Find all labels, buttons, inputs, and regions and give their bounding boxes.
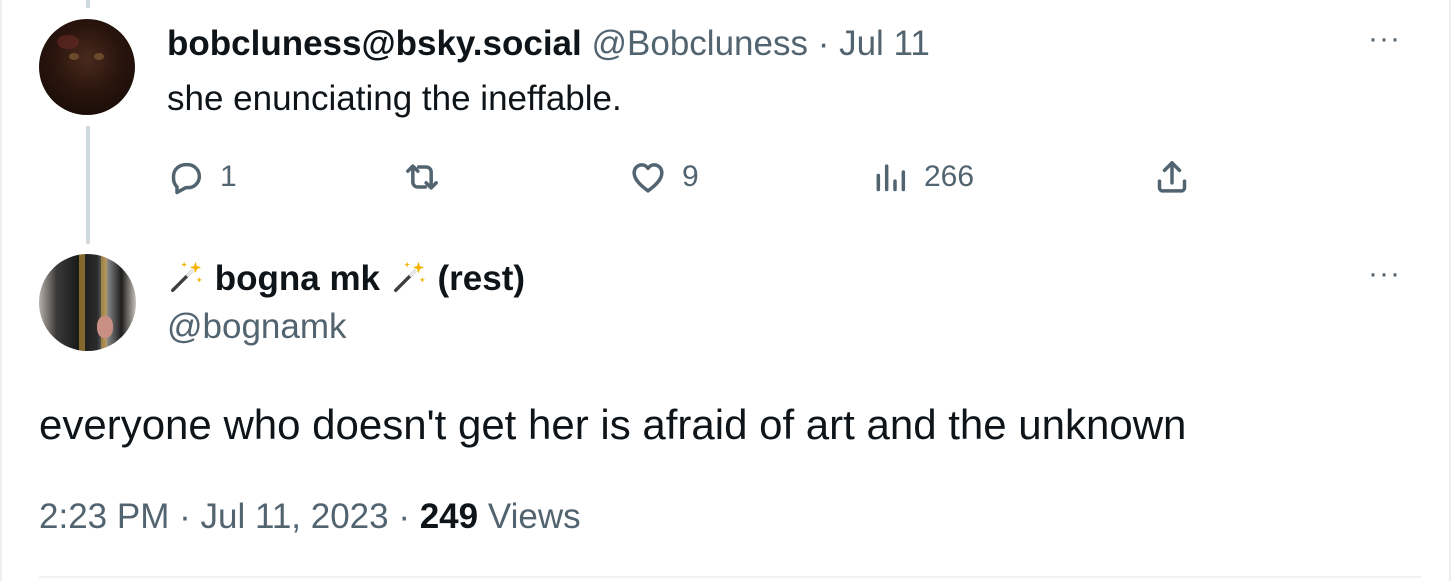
- tweet-date[interactable]: Jul 11, 2023: [200, 497, 388, 536]
- views-icon: [876, 164, 906, 192]
- tweet-action-bar: 1 9 266: [166, 156, 1226, 198]
- main-tweet-display-name[interactable]: bogna mk (rest): [167, 258, 525, 300]
- views-count[interactable]: 249: [420, 497, 478, 536]
- main-tweet-text: everyone who doesn't get her is afraid o…: [39, 401, 1187, 448]
- magic-wand-icon: [171, 261, 203, 292]
- like-icon: [632, 163, 664, 193]
- reply-button[interactable]: 1: [166, 156, 237, 198]
- more-options-button[interactable]: ···: [1368, 24, 1401, 54]
- tweet-time[interactable]: 2:23 PM: [39, 497, 169, 536]
- reply-tweet-text: she enunciating the ineffable.: [167, 79, 622, 118]
- retweet-icon: [406, 164, 438, 190]
- divider: [39, 576, 1421, 578]
- thread-connector-line: [86, 126, 90, 244]
- separator: ·: [398, 497, 410, 536]
- like-count: 9: [682, 160, 699, 193]
- tweet-meta: 2:23 PM · Jul 11, 2023 · 249 Views: [39, 496, 581, 538]
- magic-wand-icon: [393, 261, 425, 292]
- reply-icon: [171, 162, 202, 195]
- views-count: 266: [924, 160, 975, 193]
- tweet-date[interactable]: Jul 11: [839, 24, 930, 63]
- more-options-button[interactable]: ···: [1368, 259, 1401, 289]
- main-tweet-handle[interactable]: @bognamk: [167, 306, 347, 348]
- avatar-bognamk[interactable]: [39, 254, 136, 351]
- like-button[interactable]: 9: [628, 156, 699, 198]
- display-name[interactable]: bobcluness@bsky.social: [167, 24, 582, 63]
- thread-line-top: [86, 0, 90, 8]
- frame-border-right: [1449, 0, 1451, 581]
- frame-border-left: [0, 0, 2, 581]
- share-button[interactable]: [1152, 156, 1192, 198]
- views-label[interactable]: Views: [488, 497, 581, 536]
- share-icon: [1157, 161, 1187, 193]
- retweet-button[interactable]: [402, 156, 442, 198]
- reply-tweet-header: bobcluness@bsky.social @Bobcluness · Jul…: [167, 24, 930, 64]
- reply-count: 1: [220, 160, 237, 193]
- separator: ·: [179, 497, 191, 536]
- views-button[interactable]: 266: [870, 156, 974, 198]
- display-name-suffix: (rest): [437, 259, 526, 298]
- separator: ·: [817, 24, 830, 63]
- display-name: bogna mk: [214, 259, 381, 298]
- tweet-thread: bobcluness@bsky.social @Bobcluness · Jul…: [0, 0, 1456, 581]
- avatar-bobcluness[interactable]: [39, 19, 135, 115]
- handle[interactable]: @Bobcluness: [591, 24, 807, 63]
